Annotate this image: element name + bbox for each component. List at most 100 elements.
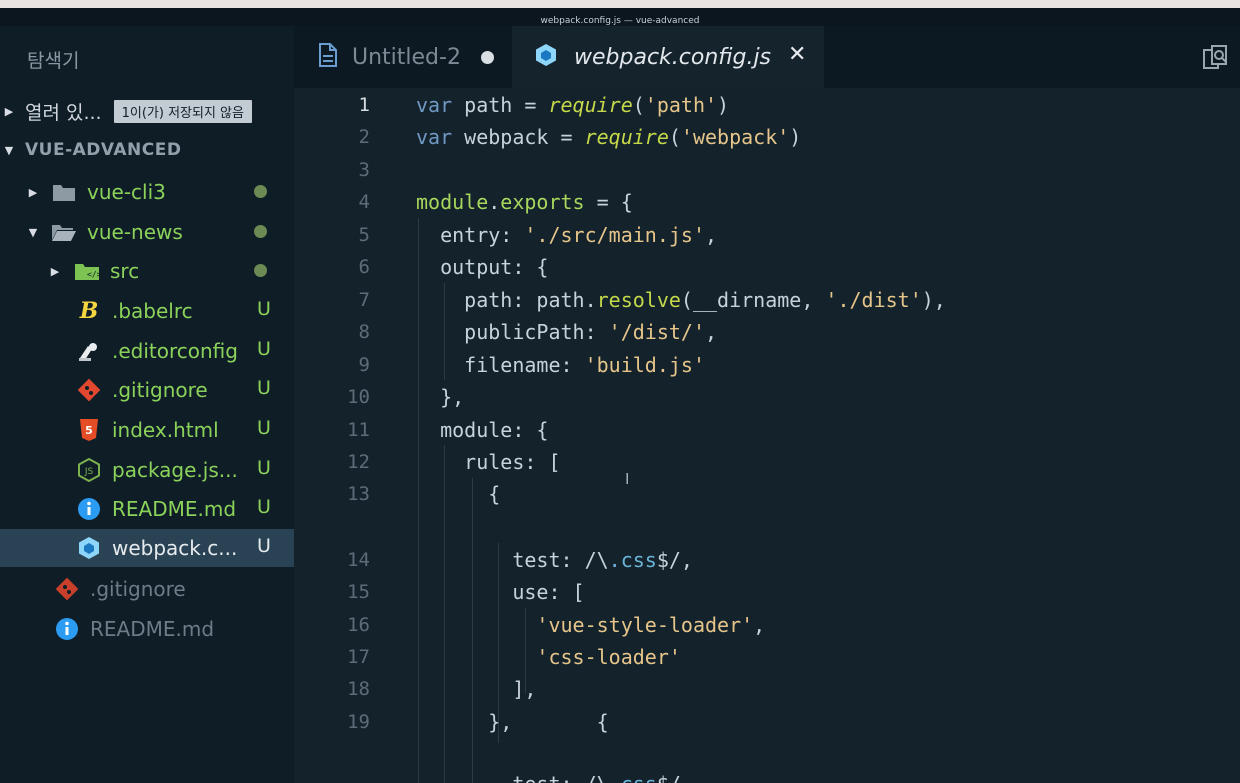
line-number: 18 bbox=[347, 678, 370, 700]
code-line: test: /\.css$/, bbox=[416, 548, 693, 572]
untracked-status: U bbox=[257, 496, 271, 518]
modified-dot bbox=[254, 225, 267, 238]
line-number: 7 bbox=[358, 289, 370, 311]
open-editors-label: 열려 있... bbox=[25, 101, 102, 124]
tree-item-readme[interactable]: README.md U bbox=[0, 490, 294, 528]
folder-open-icon bbox=[51, 220, 77, 244]
code-line: { bbox=[416, 482, 501, 506]
untracked-status: U bbox=[257, 417, 271, 439]
unsaved-dot-icon[interactable] bbox=[481, 51, 494, 64]
line-number: 15 bbox=[347, 581, 370, 603]
untracked-status: U bbox=[257, 457, 271, 479]
line-number: 14 bbox=[347, 549, 370, 571]
tree-item-label: package.js... bbox=[112, 458, 238, 482]
tree-item-package-json[interactable]: JS package.js... U bbox=[0, 451, 294, 489]
tab-label: Untitled-2 bbox=[352, 44, 461, 70]
line-number: 9 bbox=[358, 354, 370, 376]
tree-item-label: .gitignore bbox=[112, 378, 208, 402]
line-number: 8 bbox=[358, 321, 370, 343]
line-number: 17 bbox=[347, 646, 370, 668]
tree-item-webpack-config[interactable]: webpack.c... U bbox=[0, 529, 294, 567]
webpack-icon bbox=[76, 536, 102, 560]
line-number: 5 bbox=[358, 224, 370, 246]
tree-item-label: vue-cli3 bbox=[87, 180, 166, 204]
git-icon bbox=[54, 577, 80, 601]
code-line: test: /\.css$/, bbox=[416, 772, 693, 783]
open-changes-icon[interactable] bbox=[1202, 44, 1230, 76]
explorer-title: 탐색기 bbox=[27, 50, 80, 72]
git-icon bbox=[76, 378, 102, 402]
babel-icon: B bbox=[79, 298, 99, 324]
code-line: }, { bbox=[416, 710, 609, 734]
untracked-status: U bbox=[257, 377, 271, 399]
svg-text:</>: </> bbox=[87, 270, 100, 279]
title-bar: webpack.config.js — vue-advanced bbox=[0, 8, 1240, 26]
line-number: 4 bbox=[358, 191, 370, 213]
tree-item-label: README.md bbox=[90, 617, 215, 641]
chevron-down-icon: ▼ bbox=[28, 225, 38, 239]
line-number: 19 bbox=[347, 711, 370, 733]
line-number: 16 bbox=[347, 614, 370, 636]
tab-webpack-config[interactable]: webpack.config.js ✕ bbox=[512, 26, 824, 88]
file-icon bbox=[318, 43, 338, 71]
tree-item-label: webpack.c... bbox=[112, 536, 238, 560]
editorconfig-icon bbox=[76, 339, 102, 363]
code-line: use: [ bbox=[416, 580, 585, 604]
tree-item-label: vue-news bbox=[87, 220, 183, 244]
window-title: webpack.config.js — vue-advanced bbox=[540, 16, 700, 26]
code-line: ], bbox=[416, 677, 537, 701]
tree-item-label: src bbox=[110, 259, 140, 283]
code-editor[interactable]: 1 2 3 4 5 6 7 8 9 10 11 12 13 14 15 16 1… bbox=[294, 88, 1240, 783]
line-number: 2 bbox=[358, 126, 370, 148]
tree-item-label: index.html bbox=[112, 418, 219, 442]
line-number: 1 bbox=[358, 94, 370, 116]
tab-untitled-2[interactable]: Untitled-2 bbox=[294, 26, 512, 88]
code-line: path: path.resolve(__dirname, './dist'), bbox=[416, 288, 946, 312]
open-editors-header[interactable]: ▶ 열려 있... 1이(가) 저장되지 않음 bbox=[0, 92, 294, 130]
close-icon[interactable]: ✕ bbox=[788, 42, 806, 67]
line-number: 12 bbox=[347, 451, 370, 473]
chevron-down-icon: ▼ bbox=[4, 143, 14, 157]
tree-item-babelrc[interactable]: B .babelrc U bbox=[0, 292, 294, 330]
tree-item-root-gitignore[interactable]: .gitignore bbox=[0, 570, 294, 608]
line-number: 3 bbox=[358, 159, 370, 181]
tab-bar: Untitled-2 webpack.config.js ✕ bbox=[294, 26, 1240, 88]
info-icon bbox=[76, 497, 102, 521]
modified-dot bbox=[254, 185, 267, 198]
text-cursor-icon: I bbox=[625, 470, 630, 488]
untracked-status: U bbox=[257, 338, 271, 360]
code-line: module.exports = { bbox=[416, 190, 633, 214]
code-line: 'css-loader' bbox=[536, 645, 681, 669]
code-line: 'vue-style-loader', bbox=[536, 613, 766, 637]
untracked-status: U bbox=[257, 535, 271, 557]
tree-item-label: .editorconfig bbox=[112, 339, 238, 363]
code-line: var webpack = require('webpack') bbox=[416, 125, 802, 149]
code-line: filename: 'build.js' bbox=[416, 353, 705, 377]
tree-item-gitignore[interactable]: .gitignore U bbox=[0, 371, 294, 409]
tree-item-label: README.md bbox=[112, 497, 237, 521]
source-folder-icon: </> bbox=[74, 259, 100, 283]
tree-item-editorconfig[interactable]: .editorconfig U bbox=[0, 332, 294, 370]
line-number: 10 bbox=[347, 386, 370, 408]
code-line: module: { bbox=[416, 418, 549, 442]
explorer-sidebar: 탐색기 ▶ 열려 있... 1이(가) 저장되지 않음 ▼ VUE-ADVANC… bbox=[0, 26, 294, 783]
chevron-right-icon: ▶ bbox=[4, 104, 14, 118]
chevron-right-icon: ▶ bbox=[28, 185, 38, 199]
unsaved-badge: 1이(가) 저장되지 않음 bbox=[113, 99, 252, 123]
tree-item-root-readme[interactable]: README.md bbox=[0, 610, 294, 648]
chevron-right-icon: ▶ bbox=[50, 264, 60, 278]
tree-item-index-html[interactable]: 5 index.html U bbox=[0, 411, 294, 449]
project-header[interactable]: ▼ VUE-ADVANCED bbox=[0, 131, 294, 169]
line-number: 6 bbox=[358, 256, 370, 278]
code-line: }, bbox=[416, 385, 465, 409]
svg-text:5: 5 bbox=[85, 424, 93, 437]
code-line: output: { bbox=[416, 255, 549, 279]
code-line: entry: './src/main.js', bbox=[416, 223, 718, 247]
info-icon bbox=[54, 617, 80, 641]
tree-item-src[interactable]: ▶ </> src bbox=[0, 252, 294, 290]
code-line: publicPath: '/dist/', bbox=[416, 320, 718, 344]
project-label: VUE-ADVANCED bbox=[25, 140, 182, 160]
tree-item-vue-cli3[interactable]: ▶ vue-cli3 bbox=[0, 173, 294, 211]
tree-item-label: .gitignore bbox=[90, 577, 186, 601]
tree-item-vue-news[interactable]: ▼ vue-news bbox=[0, 213, 294, 251]
